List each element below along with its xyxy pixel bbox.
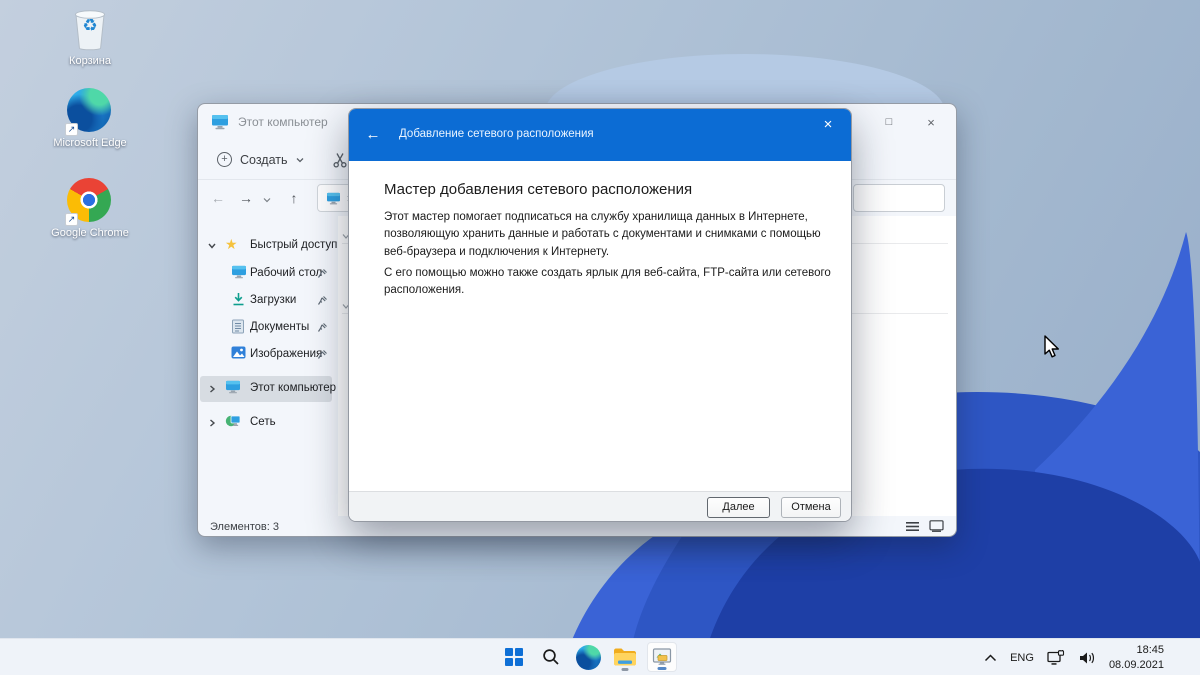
thumbnail-view-icon[interactable] xyxy=(929,520,944,532)
sidebar-item-label: Быстрый доступ xyxy=(250,239,337,251)
sidebar-item-desktop[interactable]: Рабочий стол xyxy=(198,261,338,287)
folder-icon xyxy=(613,647,637,667)
pin-icon xyxy=(317,349,328,360)
search-icon xyxy=(542,648,560,666)
chevron-right-icon[interactable] xyxy=(207,384,217,394)
add-network-location-wizard: ← Добавление сетевого расположения × Мас… xyxy=(348,108,852,522)
recycle-bin-icon: ♻ xyxy=(67,6,113,52)
sidebar-item-label: Изображения xyxy=(250,348,322,360)
sidebar-item-quick-access[interactable]: ★ Быстрый доступ xyxy=(198,233,338,259)
this-pc-icon xyxy=(211,114,229,130)
chevron-down-icon xyxy=(295,155,305,165)
wizard-paragraph: С его помощью можно также создать ярлык … xyxy=(384,265,836,300)
wizard-footer: Далее Отмена xyxy=(349,491,851,522)
taskbar-edge-button[interactable] xyxy=(573,642,603,672)
desktop-icon xyxy=(231,265,247,279)
computer-icon xyxy=(225,380,241,394)
mouse-cursor xyxy=(1040,334,1062,360)
wizard-paragraph: Этот мастер помогает подписаться на служ… xyxy=(384,209,836,261)
sidebar-item-label: Этот компьютер xyxy=(250,382,336,394)
nav-back-button[interactable]: ← xyxy=(204,190,232,206)
edge-icon xyxy=(576,645,601,670)
new-button-label: Создать xyxy=(240,153,288,167)
taskbar: ENG 18:45 08.09.2021 xyxy=(0,638,1200,675)
back-arrow-icon: ← xyxy=(366,126,381,143)
desktop-icon-label: Microsoft Edge xyxy=(50,137,130,150)
network-tray-icon[interactable] xyxy=(1047,650,1066,666)
recycle-symbol: ♻ xyxy=(67,16,113,36)
wizard-close-button[interactable]: × xyxy=(815,113,841,137)
desktop-icon-google-chrome[interactable]: ↗ Google Chrome xyxy=(50,178,130,240)
language-indicator[interactable]: ENG xyxy=(1010,652,1034,664)
chevron-down-icon[interactable] xyxy=(207,241,217,251)
sidebar-item-label: Рабочий стол xyxy=(250,267,322,279)
star-icon: ★ xyxy=(225,236,238,253)
active-app-indicator xyxy=(658,667,667,670)
desktop-icon-recycle-bin[interactable]: ♻ Корзина xyxy=(50,6,130,68)
items-count: Элементов: 3 xyxy=(210,521,279,533)
sidebar-item-label: Сеть xyxy=(250,416,276,428)
downloads-icon xyxy=(231,292,246,307)
close-icon: × xyxy=(927,115,935,130)
explorer-sidebar: ★ Быстрый доступ Рабочий стол xyxy=(198,216,338,516)
chevron-right-icon[interactable] xyxy=(207,418,217,428)
wizard-title: Добавление сетевого расположения xyxy=(399,128,594,140)
nav-forward-button[interactable]: → xyxy=(232,190,260,206)
pin-icon xyxy=(317,322,328,333)
cancel-button[interactable]: Отмена xyxy=(781,497,841,518)
next-button[interactable]: Далее xyxy=(707,497,770,518)
maximize-icon: □ xyxy=(886,116,893,128)
plus-icon: + xyxy=(217,152,232,167)
wizard-heading: Мастер добавления сетевого расположения xyxy=(384,181,692,198)
search-input[interactable] xyxy=(853,184,945,212)
taskbar-clock[interactable]: 18:45 08.09.2021 xyxy=(1109,643,1164,672)
shortcut-arrow-icon: ↗ xyxy=(65,123,78,136)
clock-time: 18:45 xyxy=(1109,643,1164,657)
network-icon xyxy=(225,414,241,428)
taskbar-explorer-button[interactable] xyxy=(610,642,640,672)
network-wizard-icon xyxy=(652,648,672,666)
taskbar-wizard-button[interactable] xyxy=(647,642,677,672)
cut-icon[interactable] xyxy=(331,151,349,169)
wizard-content: Мастер добавления сетевого расположения … xyxy=(349,161,851,491)
window-title: Этот компьютер xyxy=(238,115,328,129)
sidebar-item-label: Загрузки xyxy=(250,294,296,306)
details-view-icon[interactable] xyxy=(906,521,919,532)
sidebar-item-downloads[interactable]: Загрузки xyxy=(198,288,338,314)
close-button[interactable]: × xyxy=(910,104,952,140)
desktop-icon-label: Корзина xyxy=(50,55,130,68)
pin-icon xyxy=(317,268,328,279)
volume-icon[interactable] xyxy=(1079,651,1096,665)
desktop-icon-microsoft-edge[interactable]: ↗ Microsoft Edge xyxy=(50,88,130,150)
nav-history-chevron-icon[interactable] xyxy=(262,195,272,205)
pictures-icon xyxy=(231,346,246,359)
this-pc-icon xyxy=(326,192,341,205)
sidebar-item-label: Документы xyxy=(250,321,309,333)
open-app-indicator xyxy=(622,668,629,671)
windows-start-icon xyxy=(505,648,523,666)
desktop-icon-label: Google Chrome xyxy=(50,227,130,240)
tray-overflow-chevron-icon[interactable] xyxy=(984,654,997,662)
start-button[interactable] xyxy=(499,642,529,672)
clock-date: 08.09.2021 xyxy=(1109,658,1164,672)
sidebar-item-network[interactable]: Сеть xyxy=(198,410,338,436)
wizard-header: ← Добавление сетевого расположения × xyxy=(349,109,851,161)
shortcut-arrow-icon: ↗ xyxy=(65,213,78,226)
sidebar-item-pictures[interactable]: Изображения xyxy=(198,342,338,368)
taskbar-search-button[interactable] xyxy=(536,642,566,672)
back-button[interactable]: ← xyxy=(361,124,385,146)
new-button[interactable]: + Создать xyxy=(198,152,305,167)
sidebar-item-this-pc[interactable]: Этот компьютер xyxy=(198,376,338,402)
sidebar-item-documents[interactable]: Документы xyxy=(198,315,338,341)
close-icon: × xyxy=(824,116,833,133)
documents-icon xyxy=(231,319,245,334)
maximize-button[interactable]: □ xyxy=(868,104,910,140)
pin-icon xyxy=(317,295,328,306)
nav-up-button[interactable]: ↑ xyxy=(280,190,308,206)
